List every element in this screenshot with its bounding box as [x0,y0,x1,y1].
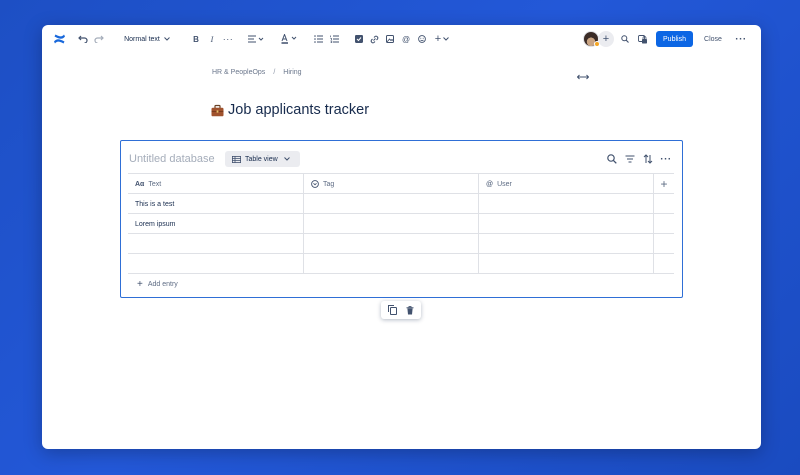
chevron-down-icon [443,37,450,41]
numbered-list-icon[interactable] [329,31,339,47]
more-formatting-button[interactable]: ··· [222,31,234,47]
add-column-button[interactable]: + [654,174,674,194]
breadcrumb-item-space[interactable]: HR & PeopleOps [212,69,265,76]
table-cell [654,234,674,254]
table-cell[interactable]: This is a test [128,194,304,214]
table-cell[interactable] [479,254,654,274]
table-cell[interactable] [304,194,479,214]
table-cell[interactable] [304,254,479,274]
table-cell [654,254,674,274]
text-style-dropdown[interactable]: Normal text [118,31,176,47]
table-cell[interactable] [304,214,479,234]
italic-button[interactable]: I [207,31,217,47]
table-cell[interactable] [304,234,479,254]
database-title[interactable]: Untitled database [129,153,215,165]
database-more-button[interactable]: ··· [660,153,672,165]
table-cell [654,194,674,214]
breadcrumb-item-parent[interactable]: Hiring [283,69,301,76]
chevron-down-icon [164,37,170,41]
text-color-button[interactable] [280,31,298,47]
chevron-down-icon [283,157,290,161]
table-row[interactable]: Lorem ipsum [128,213,674,234]
undo-icon[interactable] [77,31,88,47]
plus-icon: + [137,279,143,290]
add-entry-label: Add entry [147,281,178,288]
column-header-label: User [497,180,512,188]
column-header-label: Text [148,180,162,188]
breadcrumb: HR & PeopleOps / Hiring [212,69,302,76]
bullet-list-icon[interactable] [313,31,323,47]
table-cell[interactable]: Lorem ipsum [128,214,304,234]
plus-icon: + [434,33,442,45]
table-cell[interactable] [479,194,654,214]
insert-menu-button[interactable]: + [433,31,451,47]
briefcase-icon [211,104,224,116]
text-style-label: Normal text [124,35,160,43]
emoji-icon[interactable] [417,31,427,47]
view-selector-label: Table view [245,155,278,163]
column-header-text[interactable]: Aα Text [128,174,304,194]
add-entry-button[interactable]: + Add entry [137,279,178,290]
more-actions-button[interactable]: ··· [734,31,748,47]
database-floating-toolbar [381,301,421,319]
column-header-tag[interactable]: Tag [304,174,479,194]
link-icon[interactable] [369,31,379,47]
invite-collaborator-button[interactable]: + [598,31,614,47]
view-selector-dropdown[interactable]: Table view [225,151,300,167]
table-cell[interactable] [479,234,654,254]
search-icon[interactable] [620,31,630,47]
action-item-icon[interactable] [354,31,364,47]
table-cell[interactable] [128,254,304,274]
text-color-icon [281,34,296,44]
page-title-text: Job applicants tracker [228,102,370,118]
sort-icon[interactable] [642,153,654,165]
column-header-user[interactable]: @ User [479,174,654,194]
redo-icon[interactable] [93,31,104,47]
search-icon[interactable] [606,153,618,165]
bold-button[interactable]: B [191,31,201,47]
table-row[interactable]: This is a test [128,193,674,214]
user-type-icon: @ [486,180,494,188]
page-title[interactable]: Job applicants tracker [211,102,369,118]
table-cell [654,214,674,234]
table-row[interactable] [128,233,674,254]
column-header-label: Tag [323,180,335,188]
close-button[interactable]: Close [702,31,724,47]
restrictions-lock-icon[interactable] [637,31,649,47]
text-type-icon: Aα [135,180,145,188]
editor-toolbar: Normal text B I ··· @ + + Publish Close … [42,25,761,53]
table-cell[interactable] [479,214,654,234]
copy-icon[interactable] [387,304,399,316]
publish-button[interactable]: Publish [656,31,693,47]
confluence-logo-icon[interactable] [52,31,66,47]
tag-icon [311,180,319,188]
editor-window: Normal text B I ··· @ + + Publish Close … [42,25,761,449]
mention-button[interactable]: @ [401,31,411,47]
table-row[interactable] [128,253,674,274]
grid-bottom-border [128,273,674,274]
table-icon [232,155,241,163]
align-left-icon [247,35,263,43]
image-icon[interactable] [385,31,395,47]
database-table[interactable]: Untitled database Table view ··· Aα Text [120,140,683,298]
breadcrumb-separator: / [273,69,276,76]
table-cell[interactable] [128,234,304,254]
table-header-row: Aα Text Tag @ User + [128,173,674,194]
expand-width-icon[interactable] [576,68,590,80]
trash-icon[interactable] [404,304,416,316]
text-alignment-button[interactable] [247,31,265,47]
filter-icon[interactable] [624,153,636,165]
